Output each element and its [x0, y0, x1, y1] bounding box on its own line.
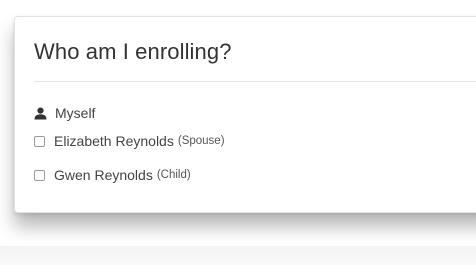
- title-divider: [34, 81, 476, 82]
- person-icon: [34, 107, 47, 120]
- child-checkbox[interactable]: [34, 169, 45, 181]
- bottom-fade: [0, 246, 476, 265]
- option-spouse[interactable]: Elizabeth Reynolds (Spouse): [34, 133, 225, 149]
- spouse-name[interactable]: Elizabeth Reynolds: [54, 133, 174, 149]
- spouse-relation: (Spouse): [177, 135, 225, 147]
- option-child[interactable]: Gwen Reynolds (Child): [34, 167, 191, 183]
- enrollment-card: Who am I enrolling? Myself Elizabeth Rey…: [14, 16, 476, 213]
- child-name[interactable]: Gwen Reynolds: [54, 167, 153, 183]
- option-myself-label: Myself: [55, 105, 96, 121]
- option-myself: Myself: [34, 105, 95, 121]
- page-frame: Who am I enrolling? Myself Elizabeth Rey…: [0, 0, 476, 265]
- spouse-checkbox[interactable]: [34, 135, 45, 147]
- card-title: Who am I enrolling?: [34, 39, 232, 64]
- child-relation: (Child): [156, 169, 191, 181]
